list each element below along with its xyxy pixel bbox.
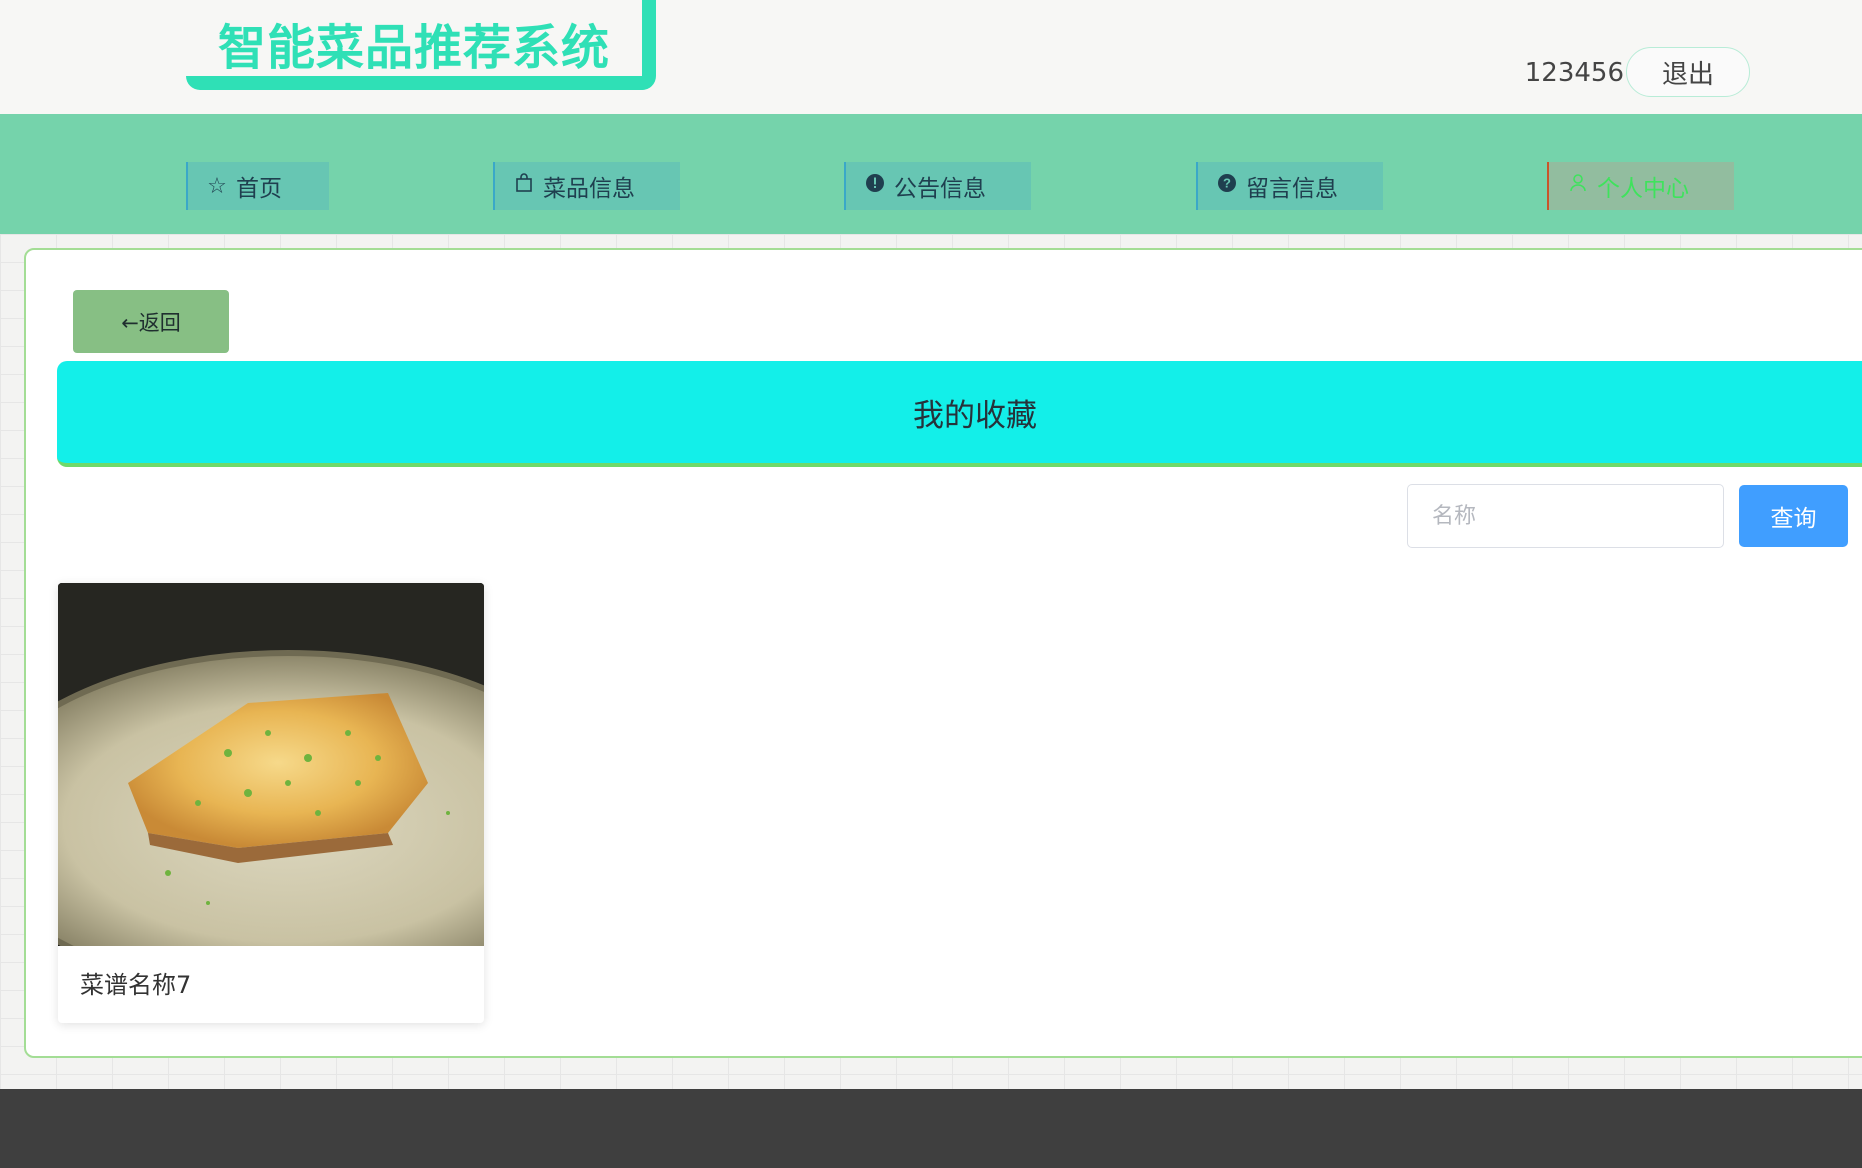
page-title-banner: 我的收藏 [57, 361, 1862, 467]
user-icon [1567, 173, 1589, 199]
info-circle-svg [866, 174, 884, 192]
back-button[interactable]: ←返回 [73, 290, 229, 353]
nav-item-label: 首页 [236, 176, 282, 202]
shopping-bag-svg [516, 173, 532, 192]
page-title: 我的收藏 [913, 397, 1037, 434]
search-input[interactable] [1407, 484, 1724, 548]
dish-photo-illustration [58, 583, 484, 946]
nav-item-label: 公告信息 [894, 176, 986, 202]
username: 123456 [1524, 58, 1624, 88]
nav-item-label: 个人中心 [1597, 176, 1689, 202]
svg-text:?: ? [1223, 176, 1231, 191]
dish-photo[interactable] [58, 583, 484, 946]
nav-item-dishes[interactable]: 菜品信息 [493, 162, 680, 210]
star-icon: ☆ [207, 173, 227, 199]
favorite-dish-card[interactable]: 菜谱名称7 [58, 583, 484, 1023]
shopping-bag-icon [513, 173, 535, 199]
footer [0, 1089, 1862, 1168]
nav-item-notices[interactable]: 公告信息 [844, 162, 1031, 210]
main-nav: ☆ 首页 菜品信息 公告信息 ? 留言信息 个人中心 [0, 114, 1862, 234]
info-circle-icon [864, 173, 886, 199]
nav-item-label: 留言信息 [1246, 176, 1338, 202]
dish-name[interactable]: 菜谱名称7 [80, 968, 191, 1002]
logout-button[interactable]: 退出 [1626, 47, 1750, 97]
user-svg [1570, 174, 1586, 192]
site-logo[interactable]: 智能菜品推荐系统 [218, 16, 610, 80]
nav-item-messages[interactable]: ? 留言信息 [1196, 162, 1383, 210]
search-button[interactable]: 查询 [1739, 485, 1848, 547]
header: 智能菜品推荐系统 123456 退出 [0, 0, 1862, 114]
question-circle-svg: ? [1218, 174, 1236, 192]
nav-item-label: 菜品信息 [543, 176, 635, 202]
question-circle-icon: ? [1216, 173, 1238, 199]
nav-item-profile[interactable]: 个人中心 [1547, 162, 1734, 210]
nav-item-home[interactable]: ☆ 首页 [186, 162, 329, 210]
